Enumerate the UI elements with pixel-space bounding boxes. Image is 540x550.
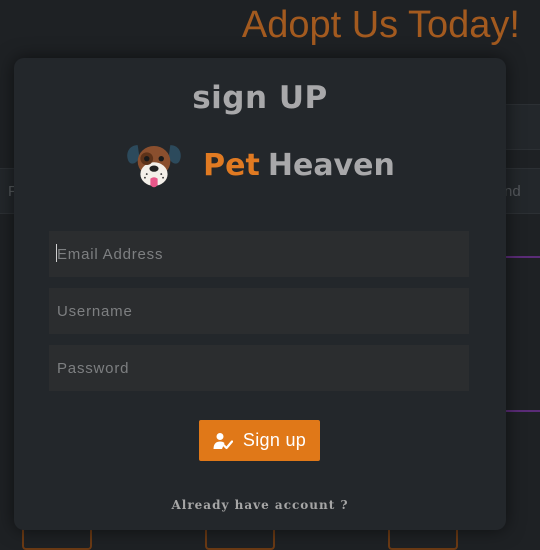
brand-row: Pet Heaven [14, 136, 506, 194]
user-check-icon [213, 432, 233, 449]
brand-name: Pet Heaven [203, 148, 395, 183]
background-side-text: nd [504, 183, 521, 200]
already-have-account-link[interactable]: Already have account ? [14, 498, 506, 512]
background-divider [500, 256, 540, 258]
dog-face-icon [127, 145, 181, 188]
username-input[interactable] [49, 288, 469, 334]
password-input[interactable] [49, 345, 469, 391]
text-caret [56, 244, 57, 262]
email-input[interactable] [49, 231, 469, 277]
background-divider [500, 410, 540, 412]
sign-up-button[interactable]: Sign up [199, 420, 320, 461]
brand-name-part2: Heaven [267, 147, 395, 183]
sign-up-label: Sign up [242, 430, 307, 450]
signup-modal: sign UP Pet Heaven Email Address Usernam… [14, 58, 506, 530]
brand-name-part1: Pet [203, 147, 260, 183]
background-page-title: Adopt Us Today! [241, 4, 520, 46]
modal-title: sign UP [192, 80, 328, 116]
